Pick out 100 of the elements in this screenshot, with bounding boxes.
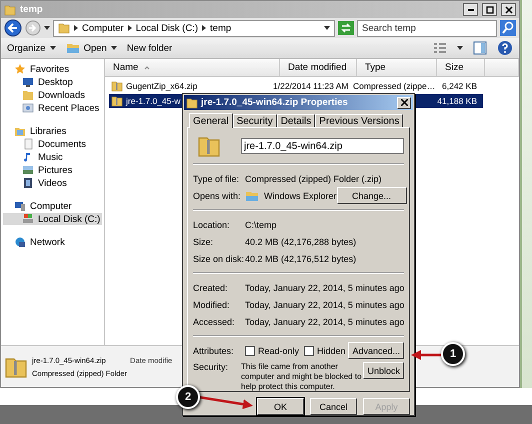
- minimize-icon: [468, 8, 474, 10]
- caret-icon: [44, 26, 50, 30]
- sidebar-item[interactable]: Downloads: [3, 89, 102, 101]
- sidebar-item[interactable]: Music: [3, 151, 102, 163]
- advanced-button[interactable]: Advanced...: [348, 342, 404, 359]
- tab[interactable]: General: [189, 113, 233, 128]
- toolbar-button[interactable]: New folder: [126, 42, 172, 54]
- recent-places-icon: [22, 102, 34, 114]
- sidebar-item[interactable]: Desktop: [3, 76, 102, 88]
- picture-icon: [22, 164, 34, 176]
- chevron-icon: [74, 25, 78, 31]
- folder-icon: [22, 89, 34, 101]
- folder-icon: [4, 4, 16, 16]
- property-label: Attributes:: [193, 346, 235, 356]
- property-value: Today, January 22, 2014, 5 minutes ago: [245, 316, 404, 326]
- property-label: Size:: [193, 236, 214, 246]
- toolbar-button[interactable]: Open: [66, 42, 117, 54]
- caret-icon: [457, 46, 463, 50]
- caret-icon: [50, 46, 56, 50]
- property-value: Today, January 22, 2014, 5 minutes ago: [245, 300, 404, 310]
- checkbox[interactable]: Hidden: [304, 346, 346, 356]
- breadcrumb[interactable]: Local Disk (C:): [136, 22, 198, 34]
- monitor-icon: [22, 76, 34, 88]
- sidebar-item[interactable]: Network: [3, 236, 102, 248]
- sidebar-item[interactable]: Pictures: [3, 164, 102, 176]
- checkbox-box[interactable]: [245, 346, 255, 356]
- change-button[interactable]: Change...: [336, 187, 407, 204]
- help-icon[interactable]: [497, 40, 513, 56]
- film-icon: [22, 177, 34, 189]
- file-row[interactable]: GugentZip_x64.zip 1/22/2014 11:23 AM Compressed (zippe… 6,242 KB: [109, 79, 483, 93]
- dialog-title: jre-1.7.0_45-win64.zip Properties: [201, 97, 349, 108]
- column-header[interactable]: Date modified: [280, 59, 357, 76]
- zip-folder-icon: [111, 95, 123, 107]
- zip-folder-icon: [111, 80, 123, 92]
- property-label: Location:: [193, 220, 231, 230]
- search-button[interactable]: [500, 20, 516, 36]
- caret-icon: [110, 46, 117, 50]
- property-value: Windows Explorer: [245, 190, 337, 202]
- network-icon: [14, 236, 26, 248]
- tab[interactable]: Details: [276, 114, 316, 127]
- property-value: Compressed (zipped) Folder (.zip): [245, 174, 383, 184]
- sidebar-item[interactable]: Documents: [3, 138, 102, 150]
- property-value: 40.2 MB (42,176,512 bytes): [245, 254, 358, 264]
- back-button[interactable]: [4, 19, 22, 37]
- property-label: Type of file:: [193, 174, 240, 184]
- property-label: Size on disk:: [193, 254, 245, 264]
- close-button[interactable]: [501, 3, 516, 16]
- caret-icon: [324, 26, 330, 30]
- close-icon: [400, 99, 408, 106]
- breadcrumb[interactable]: Computer: [82, 22, 124, 34]
- chevron-icon: [202, 25, 206, 31]
- sidebar-item[interactable]: Local Disk (C:): [3, 213, 102, 225]
- view-options-icon[interactable]: [433, 42, 447, 54]
- sidebar-item[interactable]: Recent Places: [3, 102, 102, 114]
- sidebar-item[interactable]: Computer: [3, 200, 102, 212]
- folder-icon: [66, 42, 80, 54]
- sidebar-item[interactable]: Videos: [3, 177, 102, 189]
- computer-icon: [14, 200, 26, 212]
- maximize-button[interactable]: [482, 3, 497, 16]
- library-icon: [14, 125, 26, 137]
- property-label: Created:: [193, 282, 229, 292]
- close-icon: [504, 6, 512, 14]
- property-value: Today, January 22, 2014, 5 minutes ago: [245, 282, 404, 292]
- security-text: This file came from another computer and might be blocked to help protect this computer.: [241, 362, 363, 392]
- name-field[interactable]: jre-1.7.0_45-win64.zip: [241, 138, 404, 154]
- document-icon: [22, 138, 34, 150]
- forward-button[interactable]: [25, 20, 41, 36]
- maximize-icon: [486, 6, 494, 14]
- tab[interactable]: Previous Versions: [315, 114, 404, 127]
- folder-icon: [186, 96, 198, 108]
- address-bar[interactable]: Computer Local Disk (C:) temp: [53, 20, 335, 36]
- search-field[interactable]: Search temp: [357, 20, 497, 36]
- folder-icon: [58, 22, 70, 34]
- property-value: C:\temp: [245, 220, 278, 230]
- property-value: 40.2 MB (42,176,288 bytes): [245, 236, 358, 246]
- sidebar-item[interactable]: Favorites: [3, 63, 102, 75]
- dialog-button[interactable]: OK: [257, 398, 304, 415]
- chevron-icon: [128, 25, 132, 31]
- property-label: Accessed:: [193, 316, 236, 326]
- column-header[interactable]: Size: [437, 59, 485, 76]
- column-header[interactable]: Type: [357, 59, 437, 76]
- window-title: temp: [20, 4, 44, 15]
- checkbox[interactable]: Read-only: [245, 346, 300, 356]
- star-icon: [14, 63, 26, 75]
- hard-disk-icon: [22, 213, 34, 225]
- tab[interactable]: Security: [232, 114, 277, 127]
- column-header[interactable]: Name: [105, 59, 280, 76]
- unblock-button[interactable]: Unblock: [363, 362, 404, 379]
- property-label: Security:: [193, 362, 230, 372]
- toolbar-button[interactable]: Organize: [7, 42, 56, 54]
- checkbox-box[interactable]: [304, 346, 314, 356]
- breadcrumb[interactable]: temp: [210, 22, 232, 34]
- dialog-button[interactable]: Cancel: [310, 398, 357, 415]
- property-label: Opens with:: [193, 190, 242, 200]
- refresh-button[interactable]: [338, 21, 354, 35]
- sidebar-item[interactable]: Libraries: [3, 125, 102, 137]
- property-label: Modified:: [193, 300, 231, 310]
- preview-pane-icon[interactable]: [473, 41, 487, 55]
- folder-icon: [245, 190, 259, 202]
- minimize-button[interactable]: [463, 3, 478, 16]
